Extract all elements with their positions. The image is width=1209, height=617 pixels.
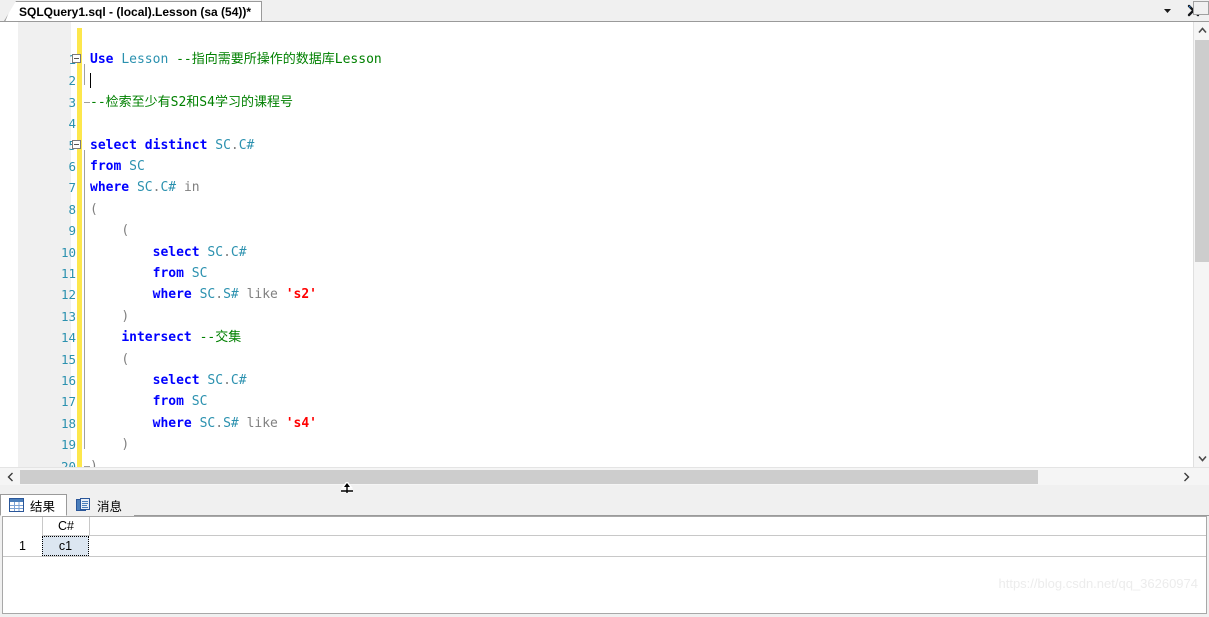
line-number: 16 xyxy=(60,373,76,388)
line-number: 15 xyxy=(60,351,76,367)
chevron-down-icon[interactable] xyxy=(1159,3,1175,19)
line-number: 4 xyxy=(68,116,76,132)
watermark: https://blog.csdn.net/qq_36260974 xyxy=(998,576,1199,591)
code-line[interactable]: 17 from SC xyxy=(0,391,1193,412)
code-text: from SC xyxy=(90,159,145,174)
code-text: ( xyxy=(90,201,98,217)
results-pane: 结果 消息 C# 1 c1 https://blog.csdn.net/qq_362… xyxy=(0,493,1209,617)
line-number: 3 xyxy=(68,94,76,110)
line-number: 7 xyxy=(68,180,76,196)
line-number: 1 xyxy=(0,49,76,70)
code-text: Use Lesson --指向需要所操作的数据库Lesson xyxy=(90,52,382,67)
results-tab-strip: 结果 消息 xyxy=(0,493,1209,516)
code-line[interactable]: 10 select SC.C# xyxy=(0,242,1193,263)
code-line[interactable]: 19 ) xyxy=(0,434,1193,455)
code-text: from SC xyxy=(152,266,208,281)
ssms-window: SQLQuery1.sql - (local).Lesson (sa (54))… xyxy=(0,0,1209,617)
code-line[interactable]: 18 where SC.S# like 's4' xyxy=(0,413,1193,434)
line-number: 14 xyxy=(60,330,76,346)
code-line[interactable]: 20) xyxy=(0,456,1193,467)
code-text: ) xyxy=(121,437,130,453)
code-line[interactable]: 8( xyxy=(0,199,1193,220)
editor-horizontal-scrollbar[interactable] xyxy=(0,467,1209,485)
document-tab-sqlquery1[interactable]: SQLQuery1.sql - (local).Lesson (sa (54))… xyxy=(4,1,263,21)
line-number: 8 xyxy=(68,201,76,217)
sql-editor: 1 Use Lesson --指向需要所操作的数据库Lesson 2 3 --检索至少有… xyxy=(0,1,1209,485)
grid-header-row: C# xyxy=(3,517,1206,536)
line-number: 6 xyxy=(68,159,76,174)
scroll-right-button[interactable] xyxy=(1178,468,1195,485)
fold-connector xyxy=(84,64,85,86)
results-tab-label: 消息 xyxy=(97,499,123,514)
fold-connector xyxy=(84,149,85,450)
code-line[interactable]: 12 where SC.S# like 's2' xyxy=(0,284,1193,305)
code-line[interactable]: 9 ( xyxy=(0,220,1193,241)
text-caret xyxy=(90,73,91,89)
code-text: where SC.C# in xyxy=(90,180,200,196)
line-number: 9 xyxy=(68,223,76,239)
grid-row-header[interactable]: 1 xyxy=(3,536,43,556)
fold-collapse-icon[interactable] xyxy=(72,139,81,149)
code-text: intersect --交集 xyxy=(121,330,242,346)
fold-collapse-icon[interactable] xyxy=(72,54,81,63)
code-line[interactable]: 11 from SC xyxy=(0,263,1193,284)
grid-column-header[interactable]: C# xyxy=(43,517,90,536)
line-number: 17 xyxy=(60,394,76,410)
scroll-down-button[interactable] xyxy=(1194,450,1209,467)
table-row[interactable]: 1 c1 xyxy=(3,536,1206,557)
code-text: where SC.S# like 's4' xyxy=(152,415,318,431)
results-grid[interactable]: C# 1 c1 https://blog.csdn.net/qq_36260974 xyxy=(2,516,1207,614)
code-text: select distinct SC.C# xyxy=(90,137,255,153)
line-number: 20 xyxy=(60,458,76,467)
line-number: 10 xyxy=(60,244,76,260)
code-text: ) xyxy=(90,458,98,467)
line-number: 5 xyxy=(0,135,76,156)
line-number: 19 xyxy=(60,437,76,453)
grid-cell[interactable]: c1 xyxy=(42,536,89,556)
fold-end-marker xyxy=(84,101,90,103)
line-number: 2 xyxy=(68,73,76,89)
vertical-scroll-thumb[interactable] xyxy=(1195,40,1209,262)
grid-icon xyxy=(9,498,24,512)
results-tab-label: 结果 xyxy=(30,499,56,514)
code-line[interactable]: 14 intersect --交集 xyxy=(0,327,1193,348)
code-line[interactable]: 13 ) xyxy=(0,306,1193,327)
code-line[interactable]: 3 --检索至少有S2和S4学习的课程号 xyxy=(0,92,1193,113)
title-bar: SQLQuery1.sql - (local).Lesson (sa (54))… xyxy=(0,0,1209,21)
line-number: 12 xyxy=(60,287,76,303)
code-text: ( xyxy=(121,223,130,239)
code-line[interactable]: 5 select distinct SC.C# xyxy=(0,135,1193,156)
message-icon xyxy=(76,498,91,512)
code-line[interactable]: 2 xyxy=(0,70,1193,91)
line-number: 18 xyxy=(60,415,76,431)
results-tab-messages[interactable]: 消息 xyxy=(67,494,135,516)
code-text: where SC.S# like 's2' xyxy=(152,287,318,303)
line-number: 11 xyxy=(60,266,76,281)
code-text: ( xyxy=(121,351,130,367)
editor-vertical-scrollbar[interactable] xyxy=(1193,1,1209,467)
results-tab-results[interactable]: 结果 xyxy=(0,494,68,516)
code-text: from SC xyxy=(152,394,208,410)
code-line[interactable]: 16 select SC.C# xyxy=(0,370,1193,391)
code-text: select SC.C# xyxy=(152,373,247,388)
editor-surface[interactable]: 1 Use Lesson --指向需要所操作的数据库Lesson 2 3 --检索至少有… xyxy=(0,22,1193,467)
line-number: 13 xyxy=(60,308,76,324)
code-line[interactable]: 6 from SC xyxy=(0,156,1193,177)
code-line[interactable]: 4 xyxy=(0,113,1193,134)
code-line[interactable]: 7 where SC.C# in xyxy=(0,177,1193,198)
scrollbar-corner-box xyxy=(1193,1,1209,15)
horizontal-scroll-thumb[interactable] xyxy=(20,470,1038,484)
code-text: --检索至少有S2和S4学习的课程号 xyxy=(90,94,293,110)
scroll-left-button[interactable] xyxy=(2,468,19,485)
code-line[interactable]: 1 Use Lesson --指向需要所操作的数据库Lesson xyxy=(0,49,1193,70)
code-line[interactable]: 15 ( xyxy=(0,349,1193,370)
code-text: ) xyxy=(121,308,130,324)
grid-corner-cell[interactable] xyxy=(3,517,43,536)
scroll-up-button[interactable] xyxy=(1194,22,1209,39)
code-text: select SC.C# xyxy=(152,244,247,260)
